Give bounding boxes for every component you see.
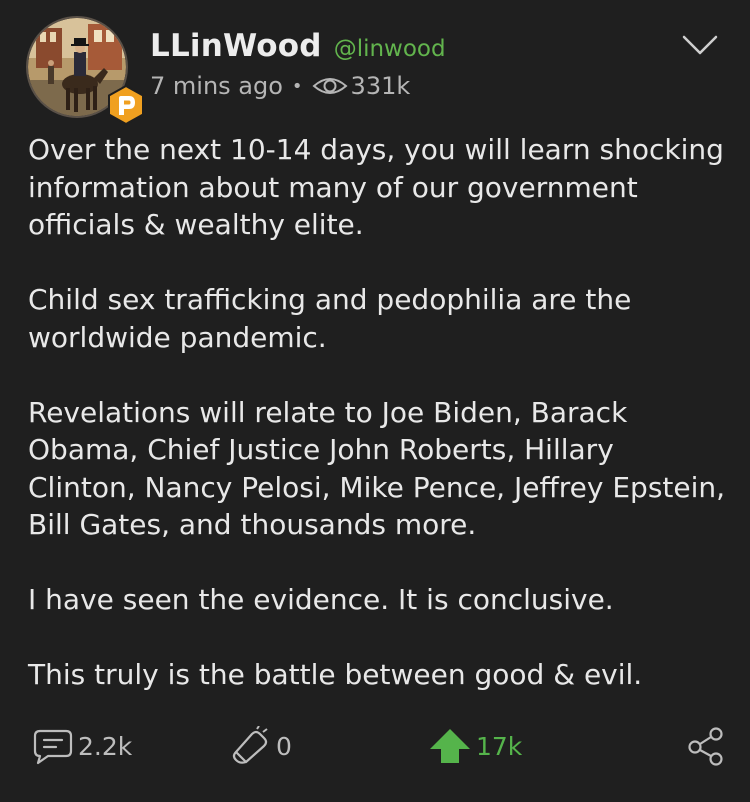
view-count: 331k bbox=[350, 72, 411, 100]
share-icon bbox=[688, 727, 723, 766]
parler-badge-icon bbox=[108, 85, 144, 125]
post-body: Over the next 10-14 days, you will learn… bbox=[28, 131, 728, 694]
upvote-button[interactable]: 17k bbox=[428, 724, 522, 768]
post-paragraph: This truly is the battle between good & … bbox=[28, 658, 643, 691]
upvote-count: 17k bbox=[476, 731, 523, 761]
eye-icon bbox=[312, 78, 348, 94]
post-actions: 2.2k 0 17k bbox=[28, 724, 726, 768]
post-card: LLinWood @linwood 7 mins ago • 331k Over… bbox=[0, 0, 750, 802]
name-line: LLinWood @linwood bbox=[150, 28, 730, 64]
avatar-container[interactable] bbox=[26, 16, 144, 125]
username-handle[interactable]: @linwood bbox=[334, 36, 446, 62]
display-name[interactable]: LLinWood bbox=[150, 28, 322, 64]
echo-count: 0 bbox=[276, 731, 292, 761]
upvote-arrow-icon bbox=[430, 729, 470, 763]
post-header: LLinWood @linwood 7 mins ago • 331k bbox=[150, 28, 730, 100]
post-meta: 7 mins ago • 331k bbox=[150, 72, 730, 100]
megaphone-icon bbox=[232, 726, 268, 764]
meta-separator: • bbox=[291, 75, 303, 97]
post-paragraph: Revelations will relate to Joe Biden, Ba… bbox=[28, 395, 726, 542]
echo-button[interactable]: 0 bbox=[230, 724, 292, 768]
chevron-down-icon[interactable] bbox=[682, 34, 718, 56]
timestamp: 7 mins ago bbox=[150, 72, 283, 100]
post-paragraph: Child sex trafficking and pedophilia are… bbox=[28, 283, 632, 354]
comment-button[interactable]: 2.2k bbox=[32, 724, 132, 768]
comment-icon bbox=[33, 729, 73, 765]
post-paragraph: I have seen the evidence. It is conclusi… bbox=[28, 583, 614, 616]
share-button[interactable] bbox=[686, 724, 726, 768]
comment-count: 2.2k bbox=[78, 731, 133, 761]
post-paragraph: Over the next 10-14 days, you will learn… bbox=[28, 133, 724, 241]
